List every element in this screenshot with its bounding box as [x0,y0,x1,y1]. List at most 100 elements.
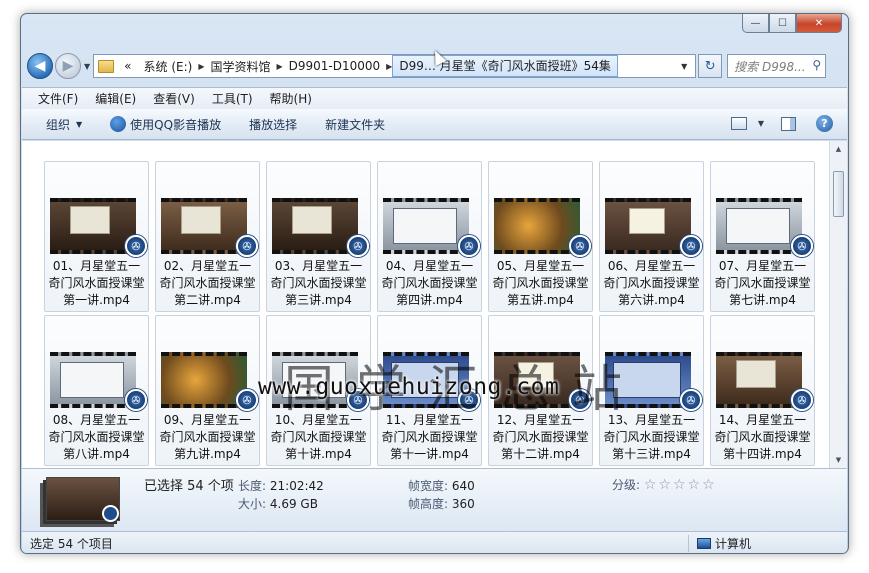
breadcrumb-overflow[interactable]: « [118,59,137,73]
frame-height-value: 360 [451,497,475,511]
file-item[interactable]: ✇ 14、月星堂五一奇门风水面授课堂第十四讲.mp4 [710,315,815,466]
size-label: 大小: [238,497,267,511]
close-button[interactable]: ✕ [796,14,842,33]
preview-pane-icon[interactable] [781,116,796,131]
play-selected-label: 播放选择 [249,117,298,132]
chevron-down-icon: ▼ [76,119,83,129]
video-thumbnail [716,198,802,254]
search-icon[interactable]: ⚲ [812,58,821,72]
status-selection: 选定 54 个项目 [30,536,113,551]
refresh-button[interactable]: ↻ [698,54,723,78]
status-location: 计算机 [688,535,751,552]
forward-button[interactable]: ▶ [55,53,81,79]
menu-bar: 文件(F) 编辑(E) 查看(V) 工具(T) 帮助(H) [22,87,847,109]
video-thumbnail [272,198,358,254]
folder-icon [98,59,115,73]
rating-field: 分级: ☆☆☆☆☆ [612,476,717,493]
length-field: 长度: 21:02:42 [238,477,324,494]
help-icon[interactable]: ? [816,115,833,132]
file-list[interactable]: ✇ 01、月星堂五一奇门风水面授课堂第一讲.mp4 ✇ 02、月星堂五一奇门风水面授课… [22,141,829,468]
menu-tools[interactable]: 工具(T) [212,90,253,107]
file-name: 02、月星堂五一奇门风水面授课堂第二讲.mp4 [159,259,256,307]
frame-height-field: 帧高度: 360 [408,495,475,512]
new-folder-button[interactable]: 新建文件夹 [325,116,385,133]
watermark-url: www.guoxuehuizong.com [258,374,560,400]
play-qq-label: 使用QQ影音播放 [130,117,222,132]
file-item[interactable]: ✇ 09、月星堂五一奇门风水面授课堂第九讲.mp4 [155,315,260,466]
status-computer-label: 计算机 [715,537,752,551]
search-input[interactable]: 搜索 D998... ⚲ [727,54,827,78]
projector-screen [736,360,776,388]
projector-screen [629,208,665,234]
change-view-icon[interactable] [730,117,747,130]
command-bar: 组织 ▼ 使用QQ影音播放 播放选择 新建文件夹 ▼ ? [22,109,847,140]
scroll-down-icon[interactable]: ▼ [830,452,847,468]
menu-file[interactable]: 文件(F) [38,90,78,107]
maximize-button[interactable]: ☐ [769,14,796,33]
file-item[interactable]: ✇ 04、月星堂五一奇门风水面授课堂第四讲.mp4 [377,161,482,312]
details-pane: 已选择 54 个项 长度: 21:02:42 大小: 4.69 GB 帧宽度: … [22,468,847,531]
file-item[interactable]: ✇ 06、月星堂五一奇门风水面授课堂第六讲.mp4 [599,161,704,312]
menu-help[interactable]: 帮助(H) [270,90,312,107]
caption-buttons: — ☐ ✕ [742,14,842,33]
file-item[interactable]: ✇ 05、月星堂五一奇门风水面授课堂第五讲.mp4 [488,161,593,312]
qq-player-icon: ✇ [791,389,813,411]
new-folder-label: 新建文件夹 [325,117,386,132]
file-item[interactable]: ✇ 03、月星堂五一奇门风水面授课堂第三讲.mp4 [266,161,371,312]
video-thumbnail [50,352,136,408]
breadcrumb-range[interactable]: D9901-D10000 [283,59,387,73]
recent-pages-dropdown[interactable]: ▼ [84,62,90,71]
menu-view[interactable]: 查看(V) [153,90,195,107]
menu-edit[interactable]: 编辑(E) [95,90,136,107]
video-thumbnail [161,198,247,254]
projector-screen [393,208,457,244]
file-item[interactable]: ✇ 07、月星堂五一奇门风水面授课堂第七讲.mp4 [710,161,815,312]
breadcrumb-current[interactable]: D99… 月星堂《奇门风水面授班》54集 [392,55,618,77]
frame-width-field: 帧宽度: 640 [408,477,475,494]
search-placeholder: 搜索 D998... [734,59,806,74]
projector-screen [60,362,124,398]
qq-player-icon: ✇ [569,235,591,257]
explorer-window: — ☐ ✕ ◀ ▶ ▼ « 系统 (E:) ▶ 国学资料馆 ▶ D9901-D1… [20,13,849,554]
status-bar: 选定 54 个项目 计算机 [22,531,847,553]
file-name: 03、月星堂五一奇门风水面授课堂第三讲.mp4 [270,259,367,307]
file-item[interactable]: ✇ 08、月星堂五一奇门风水面授课堂第八讲.mp4 [44,315,149,466]
qq-player-icon: ✇ [236,235,258,257]
length-value: 21:02:42 [269,479,324,493]
file-name: 10、月星堂五一奇门风水面授课堂第十讲.mp4 [270,413,367,461]
file-grid: ✇ 01、月星堂五一奇门风水面授课堂第一讲.mp4 ✇ 02、月星堂五一奇门风水面授课… [44,161,815,466]
qq-player-icon: ✇ [236,389,258,411]
projector-screen [726,208,790,244]
file-name: 05、月星堂五一奇门风水面授课堂第五讲.mp4 [492,259,589,307]
video-thumbnail [494,198,580,254]
video-thumbnail [161,352,247,408]
scroll-up-icon[interactable]: ▲ [830,141,847,157]
organize-button[interactable]: 组织 ▼ [46,116,82,133]
computer-icon [697,538,711,549]
address-dropdown[interactable]: ▼ [675,55,693,77]
play-qq-button[interactable]: 使用QQ影音播放 [110,116,221,133]
rating-label: 分级: [612,478,641,492]
back-button[interactable]: ◀ [27,53,53,79]
play-selected-button[interactable]: 播放选择 [249,116,297,133]
organize-label: 组织 [46,117,71,132]
qq-player-icon: ✇ [125,235,147,257]
video-reel-icon [102,505,119,522]
breadcrumb-guoxue[interactable]: 国学资料馆 [204,58,276,75]
view-controls: ▼ ? [730,115,833,132]
rating-stars[interactable]: ☆☆☆☆☆ [644,477,717,493]
breadcrumb-drive[interactable]: 系统 (E:) [138,58,199,75]
file-item[interactable]: ✇ 01、月星堂五一奇门风水面授课堂第一讲.mp4 [44,161,149,312]
file-name: 08、月星堂五一奇门风水面授课堂第八讲.mp4 [48,413,145,461]
frame-height-label: 帧高度: [408,497,449,511]
scrollbar-thumb[interactable] [833,171,844,217]
video-thumbnail [383,198,469,254]
vertical-scrollbar[interactable]: ▲ ▼ [829,141,847,468]
file-item[interactable]: ✇ 02、月星堂五一奇门风水面授课堂第二讲.mp4 [155,161,260,312]
minimize-button[interactable]: — [742,14,769,33]
qq-player-icon: ✇ [680,235,702,257]
address-bar[interactable]: « 系统 (E:) ▶ 国学资料馆 ▶ D9901-D10000 ▶ D99… … [93,54,697,78]
length-label: 长度: [238,479,267,493]
file-name: 06、月星堂五一奇门风水面授课堂第六讲.mp4 [603,259,700,307]
view-options-dropdown[interactable]: ▼ [758,119,764,128]
